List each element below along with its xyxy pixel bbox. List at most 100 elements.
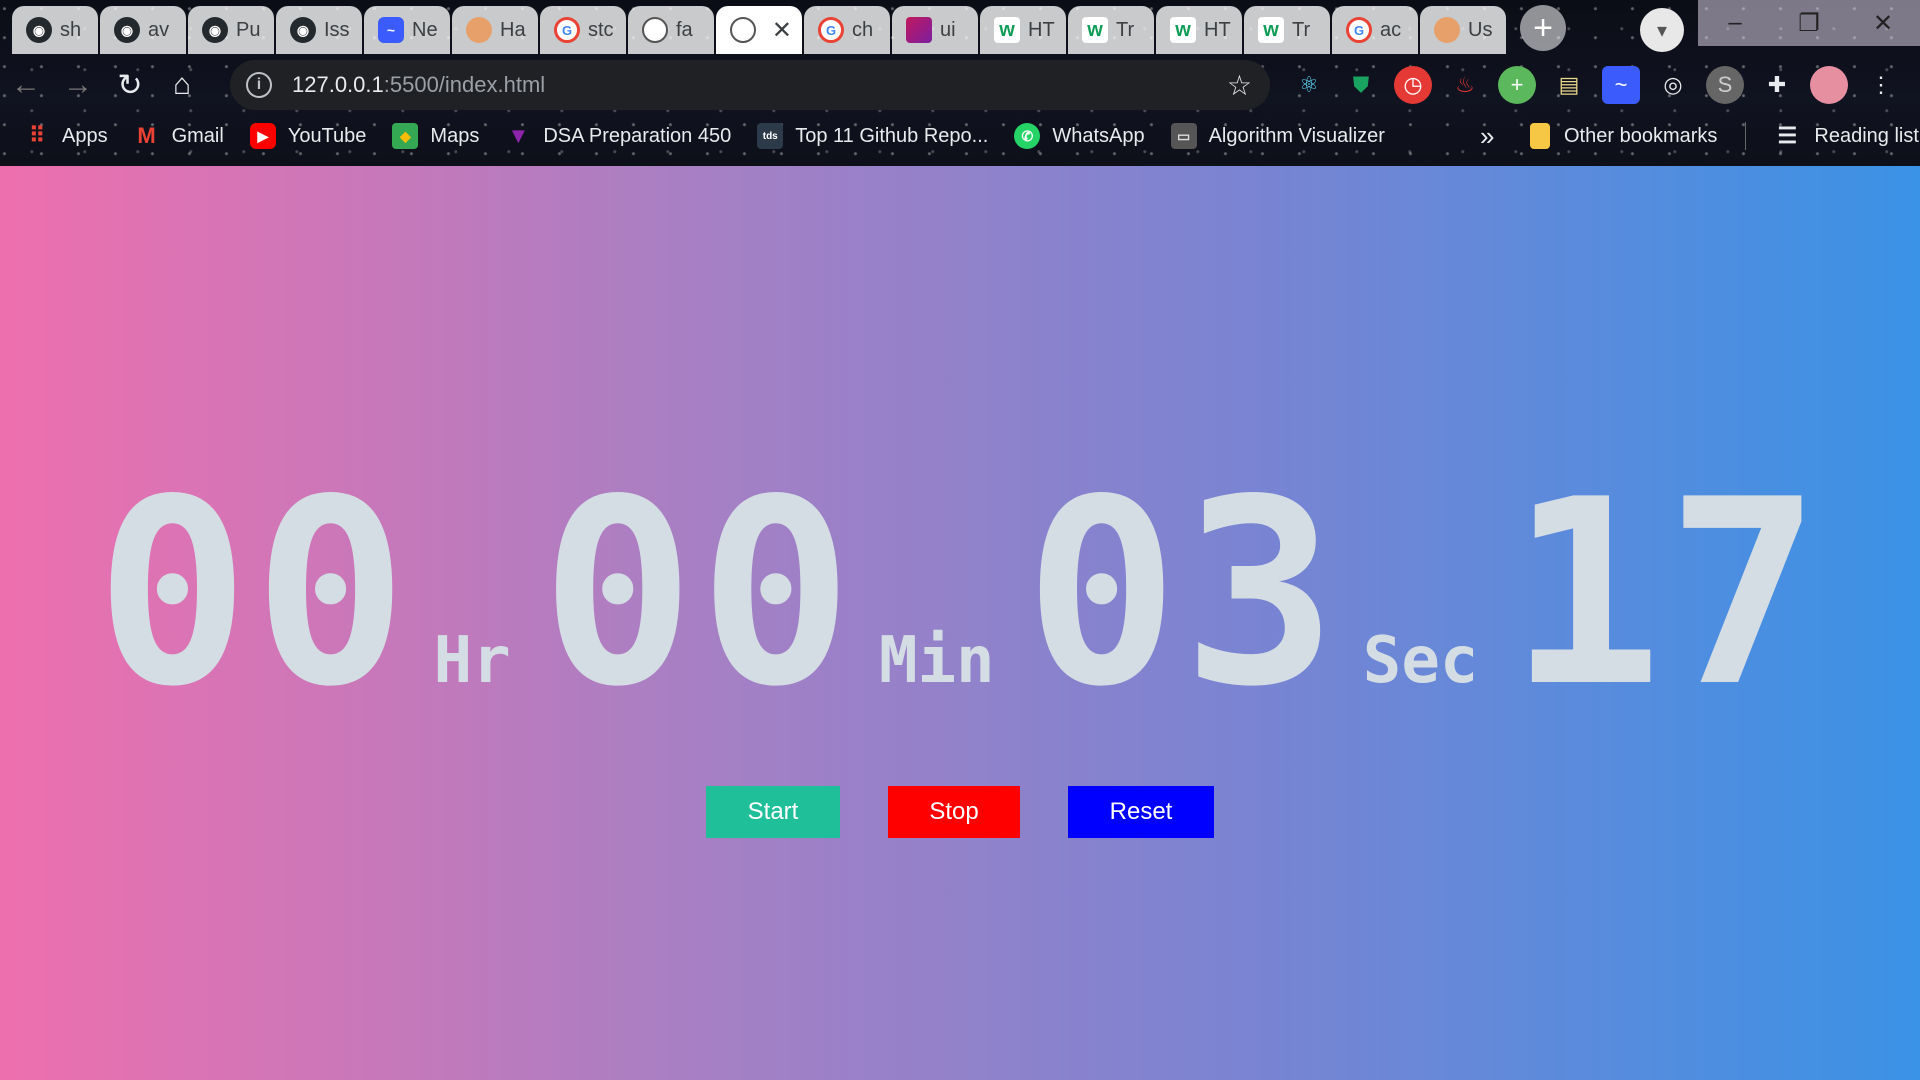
timer-icon[interactable]: ◷ bbox=[1394, 66, 1432, 104]
stopwatch-icon bbox=[642, 17, 668, 43]
tab[interactable]: Us bbox=[1420, 6, 1506, 54]
gmail-icon: M bbox=[137, 123, 156, 148]
bookmark-label: Algorithm Visualizer bbox=[1208, 124, 1385, 147]
tab[interactable]: w Tr bbox=[1068, 6, 1154, 54]
google-icon: G bbox=[818, 17, 844, 43]
stop-button[interactable]: Stop bbox=[888, 786, 1020, 838]
picture-icon bbox=[1434, 17, 1460, 43]
menu-kebab-icon[interactable]: ⋮ bbox=[1862, 66, 1900, 104]
stopwatch-display: 00 Hr 00 Min 03 Sec 17 bbox=[0, 466, 1920, 722]
bookmark-star-icon[interactable]: ☆ bbox=[1227, 69, 1252, 102]
bookmark-label: DSA Preparation 450 bbox=[543, 124, 732, 147]
minimize-icon[interactable]: – bbox=[1698, 0, 1772, 46]
github-icon: ◉ bbox=[202, 17, 228, 43]
notes-icon[interactable]: ▤ bbox=[1550, 66, 1588, 104]
tab-search-icon[interactable]: ▾ bbox=[1640, 8, 1684, 52]
avatar[interactable] bbox=[1810, 66, 1848, 104]
reset-button[interactable]: Reset bbox=[1068, 786, 1214, 838]
reload-icon[interactable]: ↻ bbox=[104, 59, 156, 111]
bookmark-apps[interactable]: ⠿ Apps bbox=[24, 123, 108, 149]
url-host: 127.0.0.1 bbox=[292, 72, 384, 97]
tab[interactable]: ◉ Iss bbox=[276, 6, 362, 54]
start-button[interactable]: Start bbox=[706, 786, 840, 838]
tab[interactable]: ~ Ne bbox=[364, 6, 450, 54]
back-icon[interactable]: ← bbox=[0, 59, 52, 111]
url-text[interactable]: 127.0.0.1:5500/index.html bbox=[292, 72, 545, 98]
close-tab-icon[interactable]: ✕ bbox=[772, 16, 792, 45]
tab[interactable]: ui bbox=[892, 6, 978, 54]
address-bar[interactable]: i 127.0.0.1:5500/index.html ☆ bbox=[230, 60, 1270, 110]
divider bbox=[1745, 122, 1747, 150]
tab[interactable]: ◉ Pu bbox=[188, 6, 274, 54]
tab[interactable]: Ha bbox=[452, 6, 538, 54]
w3schools-icon: w bbox=[1258, 17, 1284, 43]
profile-s-icon[interactable]: S bbox=[1706, 66, 1744, 104]
seconds-value: 03 bbox=[1024, 445, 1341, 743]
tab[interactable]: w HT bbox=[1156, 6, 1242, 54]
controls: Start Stop Reset bbox=[0, 786, 1920, 838]
tds-icon: tds bbox=[757, 123, 784, 149]
messenger-ext-icon[interactable]: ~ bbox=[1602, 66, 1640, 104]
bookmark-label: Maps bbox=[430, 124, 480, 147]
bookmark-dsa[interactable]: ▼ DSA Preparation 450 bbox=[505, 123, 731, 149]
tab-title: fa bbox=[676, 18, 693, 41]
google-icon: G bbox=[1346, 17, 1372, 43]
tab[interactable]: ◉ av bbox=[100, 6, 186, 54]
extension-red-icon[interactable]: ♨ bbox=[1446, 66, 1484, 104]
tab[interactable]: Gac bbox=[1332, 6, 1418, 54]
tab-title: Us bbox=[1468, 18, 1493, 41]
reading-list-label[interactable]: Reading list bbox=[1814, 125, 1919, 148]
tab-title: HT bbox=[1204, 18, 1231, 41]
other-bookmarks-label[interactable]: Other bookmarks bbox=[1564, 125, 1717, 148]
tab[interactable]: ◉ sh bbox=[12, 6, 98, 54]
messenger-icon: ~ bbox=[378, 17, 404, 43]
tab-title: Pu bbox=[236, 18, 261, 41]
restore-icon[interactable]: ❐ bbox=[1772, 0, 1846, 46]
shield-icon[interactable]: ⛊ bbox=[1342, 66, 1380, 104]
maps-icon: ◆ bbox=[392, 123, 419, 149]
tab-title: HT bbox=[1028, 18, 1055, 41]
plus-extension-icon[interactable]: + bbox=[1498, 66, 1536, 104]
hours-value: 00 bbox=[95, 445, 412, 743]
tab[interactable]: w HT bbox=[980, 6, 1066, 54]
bookmark-label: Apps bbox=[62, 124, 108, 147]
target-icon[interactable]: ◎ bbox=[1654, 66, 1692, 104]
tab-title: Ha bbox=[500, 18, 526, 41]
tab[interactable]: w Tr bbox=[1244, 6, 1330, 54]
site-info-icon[interactable]: i bbox=[246, 72, 272, 98]
browser-chrome: ◉ sh ◉ av ◉ Pu ◉ Iss ~ Ne Ha Gstc fa ✕ Gch ui… bbox=[0, 0, 1920, 166]
tab-active[interactable]: ✕ bbox=[716, 6, 802, 54]
tab[interactable]: fa bbox=[628, 6, 714, 54]
w3schools-icon: w bbox=[994, 17, 1020, 43]
tab-title: stc bbox=[588, 18, 614, 41]
forward-icon[interactable]: → bbox=[52, 59, 104, 111]
youtube-icon: ▶ bbox=[249, 123, 276, 149]
centiseconds-value: 17 bbox=[1508, 445, 1825, 743]
bookmark-gmail[interactable]: M Gmail bbox=[134, 123, 223, 149]
tab[interactable]: Gstc bbox=[540, 6, 626, 54]
bookmark-youtube[interactable]: ▶ YouTube bbox=[249, 123, 366, 149]
bookmark-algorithm-visualizer[interactable]: ▭ Algorithm Visualizer bbox=[1170, 123, 1385, 149]
puzzle-icon[interactable]: ✚ bbox=[1758, 66, 1796, 104]
toolbar: ← → ↻ ⌂ i 127.0.0.1:5500/index.html ☆ ⚛ … bbox=[0, 58, 1920, 112]
bookmark-github-repo[interactable]: tds Top 11 Github Repo... bbox=[757, 123, 988, 149]
bookmark-maps[interactable]: ◆ Maps bbox=[392, 123, 479, 149]
bookmark-whatsapp[interactable]: ✆ WhatsApp bbox=[1014, 123, 1145, 149]
tab[interactable]: Gch bbox=[804, 6, 890, 54]
react-devtools-icon[interactable]: ⚛ bbox=[1290, 66, 1328, 104]
tab-title: Tr bbox=[1292, 18, 1311, 41]
stopwatch-icon bbox=[730, 17, 756, 43]
home-icon[interactable]: ⌂ bbox=[156, 59, 208, 111]
gradient-icon bbox=[906, 17, 932, 43]
tab-title: av bbox=[148, 18, 170, 41]
stopwatch-page: 00 Hr 00 Min 03 Sec 17 Start Stop Reset bbox=[0, 166, 1920, 1080]
picture-icon bbox=[466, 17, 492, 43]
new-tab-button[interactable]: + bbox=[1520, 5, 1566, 51]
keyboard-icon: ▭ bbox=[1170, 123, 1197, 149]
whatsapp-icon: ✆ bbox=[1014, 123, 1041, 149]
bookmark-label: Top 11 Github Repo... bbox=[795, 124, 989, 147]
close-window-icon[interactable]: ✕ bbox=[1846, 0, 1920, 46]
extensions-bar: ⚛ ⛊ ◷ ♨ + ▤ ~ ◎ S ✚ ⋮ bbox=[1290, 58, 1900, 112]
more-bookmarks-button[interactable]: » bbox=[1480, 114, 1494, 158]
tab-title: ch bbox=[852, 18, 874, 41]
